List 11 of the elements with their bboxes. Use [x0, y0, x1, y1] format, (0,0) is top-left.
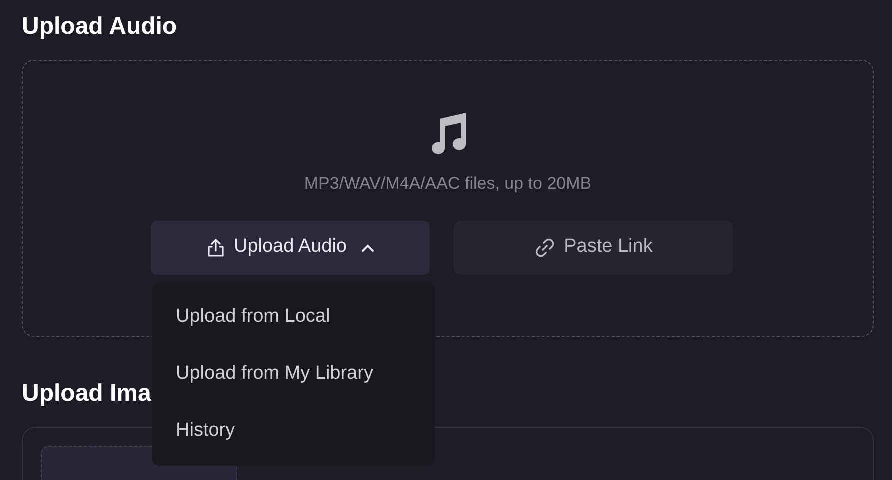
- section-title: Upload Ima: [22, 379, 152, 409]
- menu-item[interactable]: Upload from My Library: [152, 346, 435, 402]
- upload-audio-button[interactable]: Upload Audio: [151, 220, 430, 274]
- caret-icon: [361, 242, 376, 252]
- menu-item[interactable]: History: [152, 402, 435, 460]
- file-hint: MP3/WAV/M4A/AAC files, up to 20MB: [304, 173, 592, 195]
- menu-item[interactable]: Upload from Local: [152, 288, 435, 346]
- link-icon: [534, 236, 556, 258]
- paste-link-button[interactable]: Paste Link: [454, 220, 733, 274]
- upload-icon: [206, 238, 226, 258]
- section-title: Upload Audio: [22, 12, 178, 42]
